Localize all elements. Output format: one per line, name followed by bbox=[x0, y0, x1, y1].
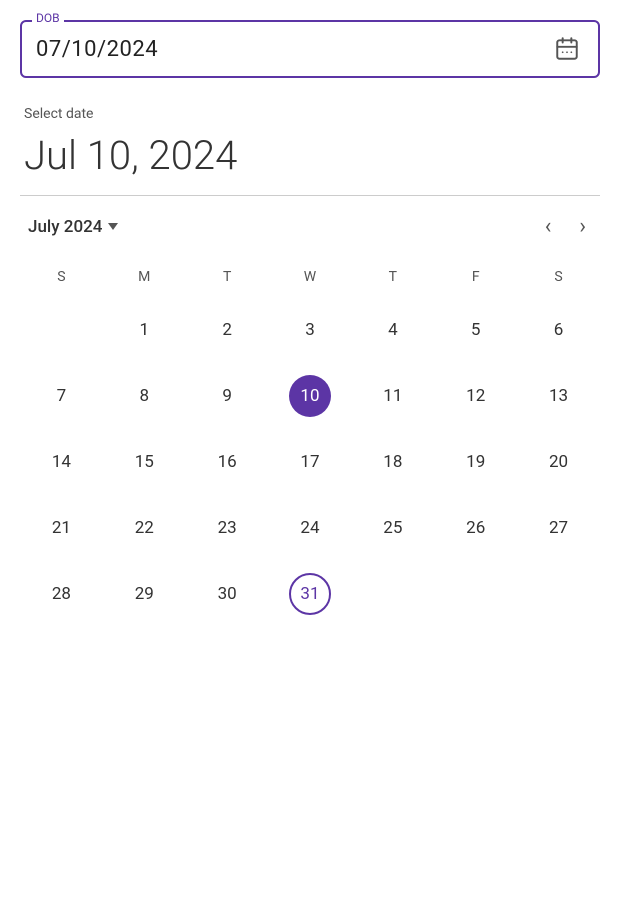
calendar-nav-row: July 2024 ‹ › bbox=[20, 210, 600, 243]
calendar-day-12[interactable]: 12 bbox=[434, 363, 517, 429]
calendar-day-25[interactable]: 25 bbox=[351, 495, 434, 561]
calendar-day-6[interactable]: 6 bbox=[517, 297, 600, 363]
prev-month-button[interactable]: ‹ bbox=[539, 210, 558, 243]
divider bbox=[20, 195, 600, 196]
day-header-sat: S bbox=[517, 261, 600, 293]
next-month-button[interactable]: › bbox=[573, 210, 592, 243]
next-arrow-icon: › bbox=[579, 214, 586, 239]
calendar-day-17[interactable]: 17 bbox=[269, 429, 352, 495]
calendar-week: 78910111213 bbox=[20, 363, 600, 429]
calendar-week: 14151617181920 bbox=[20, 429, 600, 495]
selected-date-display: Jul 10, 2024 bbox=[20, 132, 600, 179]
calendar-day-29[interactable]: 29 bbox=[103, 561, 186, 627]
day-headers: S M T W T F S bbox=[20, 261, 600, 293]
dob-field[interactable]: DOB 07/10/2024 bbox=[20, 20, 600, 78]
calendar-day-8[interactable]: 8 bbox=[103, 363, 186, 429]
month-year-label: July 2024 bbox=[28, 217, 102, 237]
calendar-day-24[interactable]: 24 bbox=[269, 495, 352, 561]
calendar-week: 28293031 bbox=[20, 561, 600, 627]
calendar-day-31[interactable]: 31 bbox=[269, 561, 352, 627]
day-header-fri: F bbox=[434, 261, 517, 293]
day-header-tue: T bbox=[186, 261, 269, 293]
calendar-day-empty bbox=[517, 561, 600, 627]
calendar-day-4[interactable]: 4 bbox=[351, 297, 434, 363]
day-header-mon: M bbox=[103, 261, 186, 293]
calendar-day-30[interactable]: 30 bbox=[186, 561, 269, 627]
day-header-thu: T bbox=[351, 261, 434, 293]
calendar-week: 123456 bbox=[20, 297, 600, 363]
calendar-day-19[interactable]: 19 bbox=[434, 429, 517, 495]
calendar-day-27[interactable]: 27 bbox=[517, 495, 600, 561]
calendar-day-14[interactable]: 14 bbox=[20, 429, 103, 495]
calendar-icon-button[interactable] bbox=[550, 32, 584, 66]
calendar-day-22[interactable]: 22 bbox=[103, 495, 186, 561]
calendar-day-7[interactable]: 7 bbox=[20, 363, 103, 429]
calendar-day-23[interactable]: 23 bbox=[186, 495, 269, 561]
calendar-day-18[interactable]: 18 bbox=[351, 429, 434, 495]
prev-arrow-icon: ‹ bbox=[545, 214, 552, 239]
calendar-week: 21222324252627 bbox=[20, 495, 600, 561]
calendar-day-3[interactable]: 3 bbox=[269, 297, 352, 363]
dob-value: 07/10/2024 bbox=[36, 37, 158, 62]
calendar-day-5[interactable]: 5 bbox=[434, 297, 517, 363]
calendar-day-9[interactable]: 9 bbox=[186, 363, 269, 429]
day-header-sun: S bbox=[20, 261, 103, 293]
calendar-day-26[interactable]: 26 bbox=[434, 495, 517, 561]
calendar-day-11[interactable]: 11 bbox=[351, 363, 434, 429]
calendar-day-21[interactable]: 21 bbox=[20, 495, 103, 561]
month-year-button[interactable]: July 2024 bbox=[28, 217, 118, 237]
calendar-day-2[interactable]: 2 bbox=[186, 297, 269, 363]
date-picker-panel: Select date Jul 10, 2024 July 2024 ‹ › S… bbox=[20, 106, 600, 627]
select-date-label: Select date bbox=[20, 106, 600, 122]
calendar-day-1[interactable]: 1 bbox=[103, 297, 186, 363]
calendar-day-10[interactable]: 10 bbox=[269, 363, 352, 429]
day-header-wed: W bbox=[269, 261, 352, 293]
calendar-day-15[interactable]: 15 bbox=[103, 429, 186, 495]
calendar-grid: S M T W T F S 12345678910111213141516171… bbox=[20, 261, 600, 627]
chevron-down-icon bbox=[108, 223, 118, 230]
dob-label: DOB bbox=[32, 11, 64, 25]
calendar-day-empty bbox=[434, 561, 517, 627]
calendar-day-13[interactable]: 13 bbox=[517, 363, 600, 429]
calendar-day-empty bbox=[351, 561, 434, 627]
calendar-day-16[interactable]: 16 bbox=[186, 429, 269, 495]
nav-arrows: ‹ › bbox=[539, 210, 592, 243]
calendar-icon bbox=[554, 36, 580, 62]
calendar-day-28[interactable]: 28 bbox=[20, 561, 103, 627]
calendar-day-empty bbox=[20, 297, 103, 363]
calendar-weeks: 1234567891011121314151617181920212223242… bbox=[20, 297, 600, 627]
calendar-day-20[interactable]: 20 bbox=[517, 429, 600, 495]
